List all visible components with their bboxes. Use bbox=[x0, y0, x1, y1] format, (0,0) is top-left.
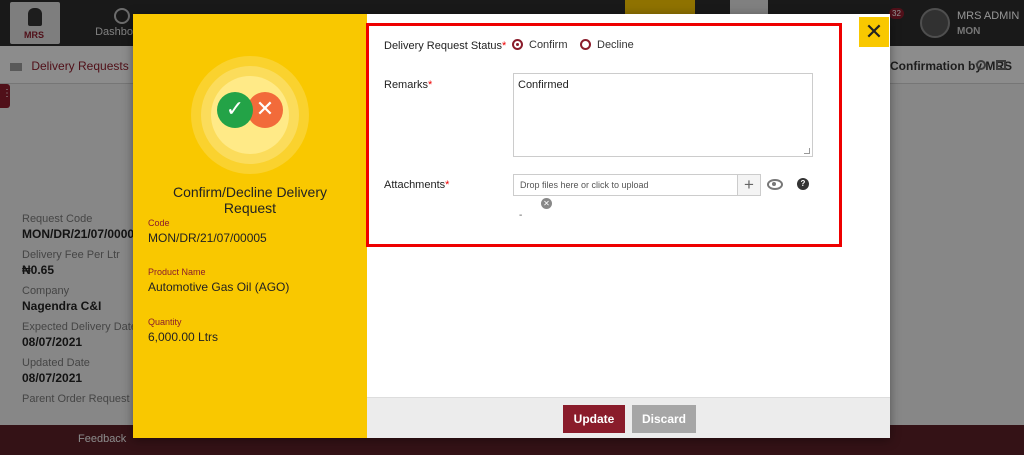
modal-summary-panel: ✕ ✓ Confirm/Decline Delivery Request Cod… bbox=[133, 14, 367, 438]
code-label: Code bbox=[148, 218, 170, 228]
quantity-label: Quantity bbox=[148, 317, 182, 327]
modal-title: Confirm/Decline Delivery Request bbox=[172, 184, 328, 216]
help-icon[interactable]: ? bbox=[797, 178, 809, 190]
radio-unchecked-icon bbox=[580, 39, 591, 50]
quantity-info: Quantity 6,000.00 Ltrs bbox=[148, 317, 358, 344]
product-value: Automotive Gas Oil (AGO) bbox=[148, 280, 290, 294]
eye-icon[interactable] bbox=[767, 179, 783, 190]
code-value: MON/DR/21/07/00005 bbox=[148, 231, 267, 245]
confirm-check-icon: ✓ bbox=[217, 92, 253, 128]
close-icon: ✕ bbox=[864, 19, 884, 44]
status-label: Delivery Request Status bbox=[384, 40, 502, 52]
file-dropzone[interactable]: Drop files here or click to upload bbox=[513, 174, 761, 196]
plus-icon: + bbox=[744, 175, 754, 194]
clear-file-icon[interactable]: ✕ bbox=[541, 198, 552, 209]
add-file-button[interactable]: + bbox=[737, 174, 761, 196]
code-info: Code MON/DR/21/07/00005 bbox=[148, 218, 358, 245]
product-label: Product Name bbox=[148, 267, 206, 277]
modal-footer: Update Discard bbox=[367, 397, 890, 438]
attachments-label: Attachments bbox=[384, 179, 446, 191]
discard-button[interactable]: Discard bbox=[632, 405, 696, 433]
radio-decline[interactable]: Decline bbox=[580, 39, 634, 51]
product-info: Product Name Automotive Gas Oil (AGO) bbox=[148, 267, 358, 294]
resize-handle[interactable] bbox=[804, 148, 810, 154]
radio-confirm[interactable]: Confirm bbox=[512, 39, 568, 51]
radio-confirm-label: Confirm bbox=[529, 39, 568, 51]
attachment-empty-value: - bbox=[519, 210, 523, 221]
confirm-decline-illustration: ✕ ✓ bbox=[191, 56, 309, 174]
status-label-row: Delivery Request Status* bbox=[384, 40, 506, 52]
required-mark: * bbox=[445, 179, 450, 191]
remarks-value: Confirmed bbox=[518, 79, 569, 91]
remarks-textarea[interactable]: Confirmed bbox=[513, 73, 813, 157]
remarks-label: Remarks bbox=[384, 79, 429, 91]
close-button[interactable]: ✕ bbox=[859, 17, 889, 47]
required-mark: * bbox=[428, 79, 433, 91]
attachments-label-row: Attachments* bbox=[384, 179, 449, 191]
remarks-label-row: Remarks* bbox=[384, 79, 432, 91]
status-form: Delivery Request Status* Confirm Decline… bbox=[366, 23, 842, 247]
update-button[interactable]: Update bbox=[563, 405, 625, 433]
radio-decline-label: Decline bbox=[597, 39, 634, 51]
quantity-value: 6,000.00 Ltrs bbox=[148, 330, 219, 344]
confirm-decline-modal: ✕ ✓ Confirm/Decline Delivery Request Cod… bbox=[133, 14, 890, 438]
radio-checked-icon bbox=[512, 39, 523, 50]
required-mark: * bbox=[502, 40, 507, 52]
